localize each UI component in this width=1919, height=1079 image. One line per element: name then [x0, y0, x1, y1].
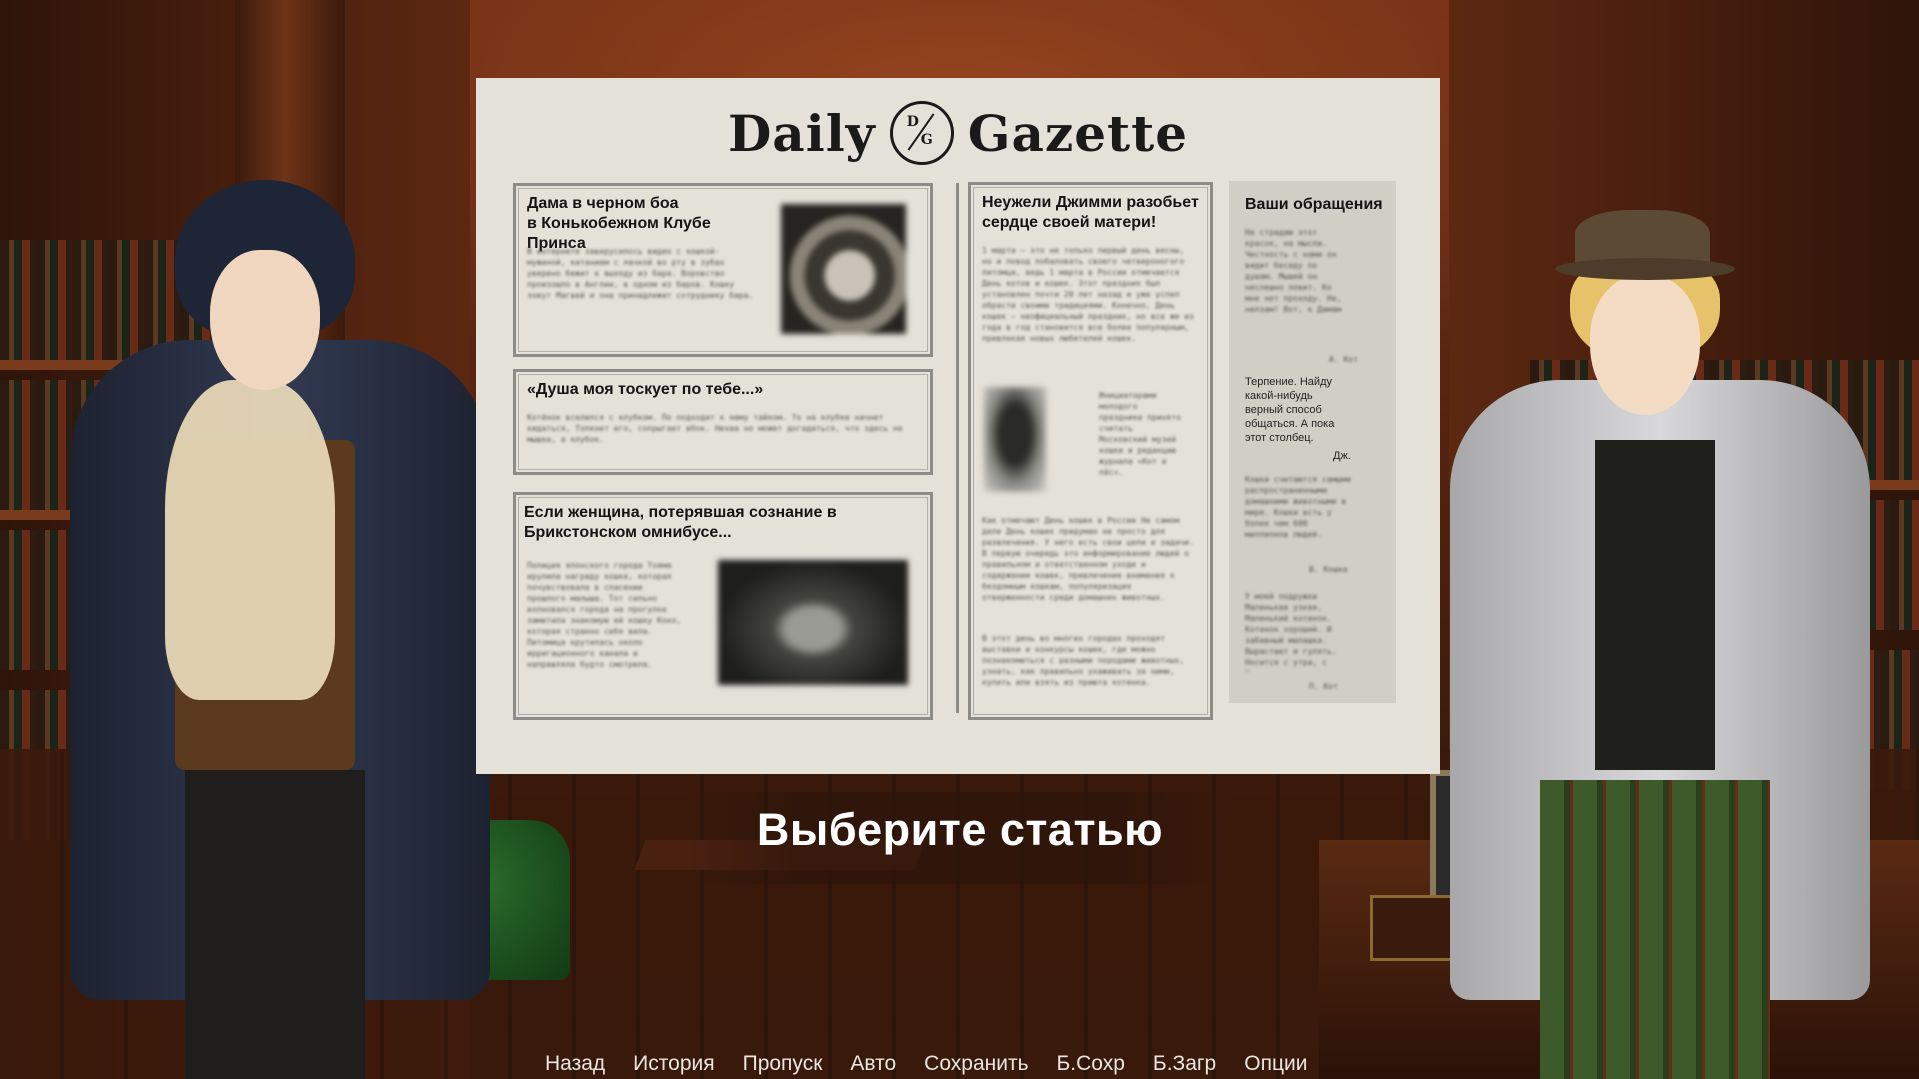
article-photo-figure	[984, 387, 1046, 492]
quick-menu-quick-save[interactable]: Б.Сохр	[1057, 1052, 1125, 1076]
article-body: В этот день во многих городах проходят в…	[982, 634, 1185, 687]
article-headline: Неужели Джимми разобьет сердце своей мат…	[982, 194, 1199, 231]
character-right-vest	[1595, 440, 1715, 770]
article-body: 1 марта – это не только первый день весн…	[982, 246, 1194, 343]
letters-title: Ваши обращения	[1245, 196, 1383, 213]
quick-menu-back[interactable]: Назад	[545, 1052, 605, 1076]
article-body: В интернете завирусилось видео с кошкой-…	[527, 247, 754, 300]
article-headline: «Душа моя тоскует по тебе...»	[527, 381, 764, 398]
article-headline: Если женщина, потерявшая сознание в Брик…	[524, 504, 837, 541]
article-body: Полиция японского города Тояма ирулила н…	[527, 561, 682, 669]
article-my-soul-longs[interactable]: «Душа моя тоскует по тебе...» Котёнок вс…	[513, 369, 933, 475]
quick-menu: Назад История Пропуск Авто Сохранить Б.С…	[545, 1052, 1335, 1076]
quick-menu-options[interactable]: Опции	[1244, 1052, 1307, 1076]
gazette-logo-icon: D G	[889, 101, 954, 165]
letter-signature: П. Кот	[1309, 682, 1338, 691]
article-lady-in-black-boa[interactable]: Дама в черном боа в Конькобежном Клубе П…	[513, 183, 933, 357]
letter-signature: А. Кот	[1329, 355, 1358, 364]
article-photo-lady-in-hat	[781, 204, 906, 334]
character-left-scarf	[165, 380, 335, 700]
letter-text: Терпение. Найду какой-нибудь верный спос…	[1245, 376, 1335, 444]
letter-text: Не страдаю этот красок, на мысли. Честно…	[1245, 228, 1342, 317]
article-body: Как отмечают День кошек в России Не само…	[982, 516, 1194, 602]
letters-column: Ваши обращения Не страдаю этот красок, н…	[1229, 181, 1396, 703]
quick-menu-save[interactable]: Сохранить	[924, 1052, 1028, 1076]
article-body: Котёнок вселился с клубком. По подходит …	[527, 413, 903, 444]
newspaper-masthead: Daily D G Gazette	[476, 98, 1440, 168]
letter-text: Кошки считаются самыми распространенными…	[1245, 475, 1351, 539]
article-photo-omnibus	[718, 560, 908, 685]
quick-menu-auto[interactable]: Авто	[850, 1052, 896, 1076]
quick-menu-quick-load[interactable]: Б.Загр	[1153, 1052, 1216, 1076]
letter-signature: В. Кошка	[1309, 565, 1348, 574]
article-side-text: Инициаторами молодого праздника принято …	[1099, 391, 1181, 477]
article-brixton-omnibus[interactable]: Если женщина, потерявшая сознание в Брик…	[513, 492, 933, 720]
letter-text: У моей подружки Маленькая узкая, Маленьк…	[1245, 592, 1337, 671]
masthead-daily: Daily	[727, 103, 876, 163]
masthead-gazette: Gazette	[967, 103, 1189, 163]
quick-menu-history[interactable]: История	[633, 1052, 714, 1076]
character-right-pants	[1540, 780, 1770, 1079]
character-left-face	[210, 250, 320, 390]
quick-menu-skip[interactable]: Пропуск	[743, 1052, 823, 1076]
letter-signature: Дж.	[1333, 450, 1351, 462]
article-headline: Дама в черном боа в Конькобежном Клубе П…	[527, 195, 711, 252]
column-divider	[956, 183, 959, 713]
character-left-pants	[185, 770, 365, 1079]
choose-article-prompt: Выберите статью	[756, 804, 1164, 855]
article-jimmy-mother[interactable]: Неужели Джимми разобьет сердце своей мат…	[968, 182, 1213, 720]
newspaper: Daily D G Gazette Дама в черном боа в Ко…	[476, 78, 1440, 774]
character-right-hat-brim	[1555, 258, 1735, 280]
character-right-face	[1590, 275, 1700, 415]
